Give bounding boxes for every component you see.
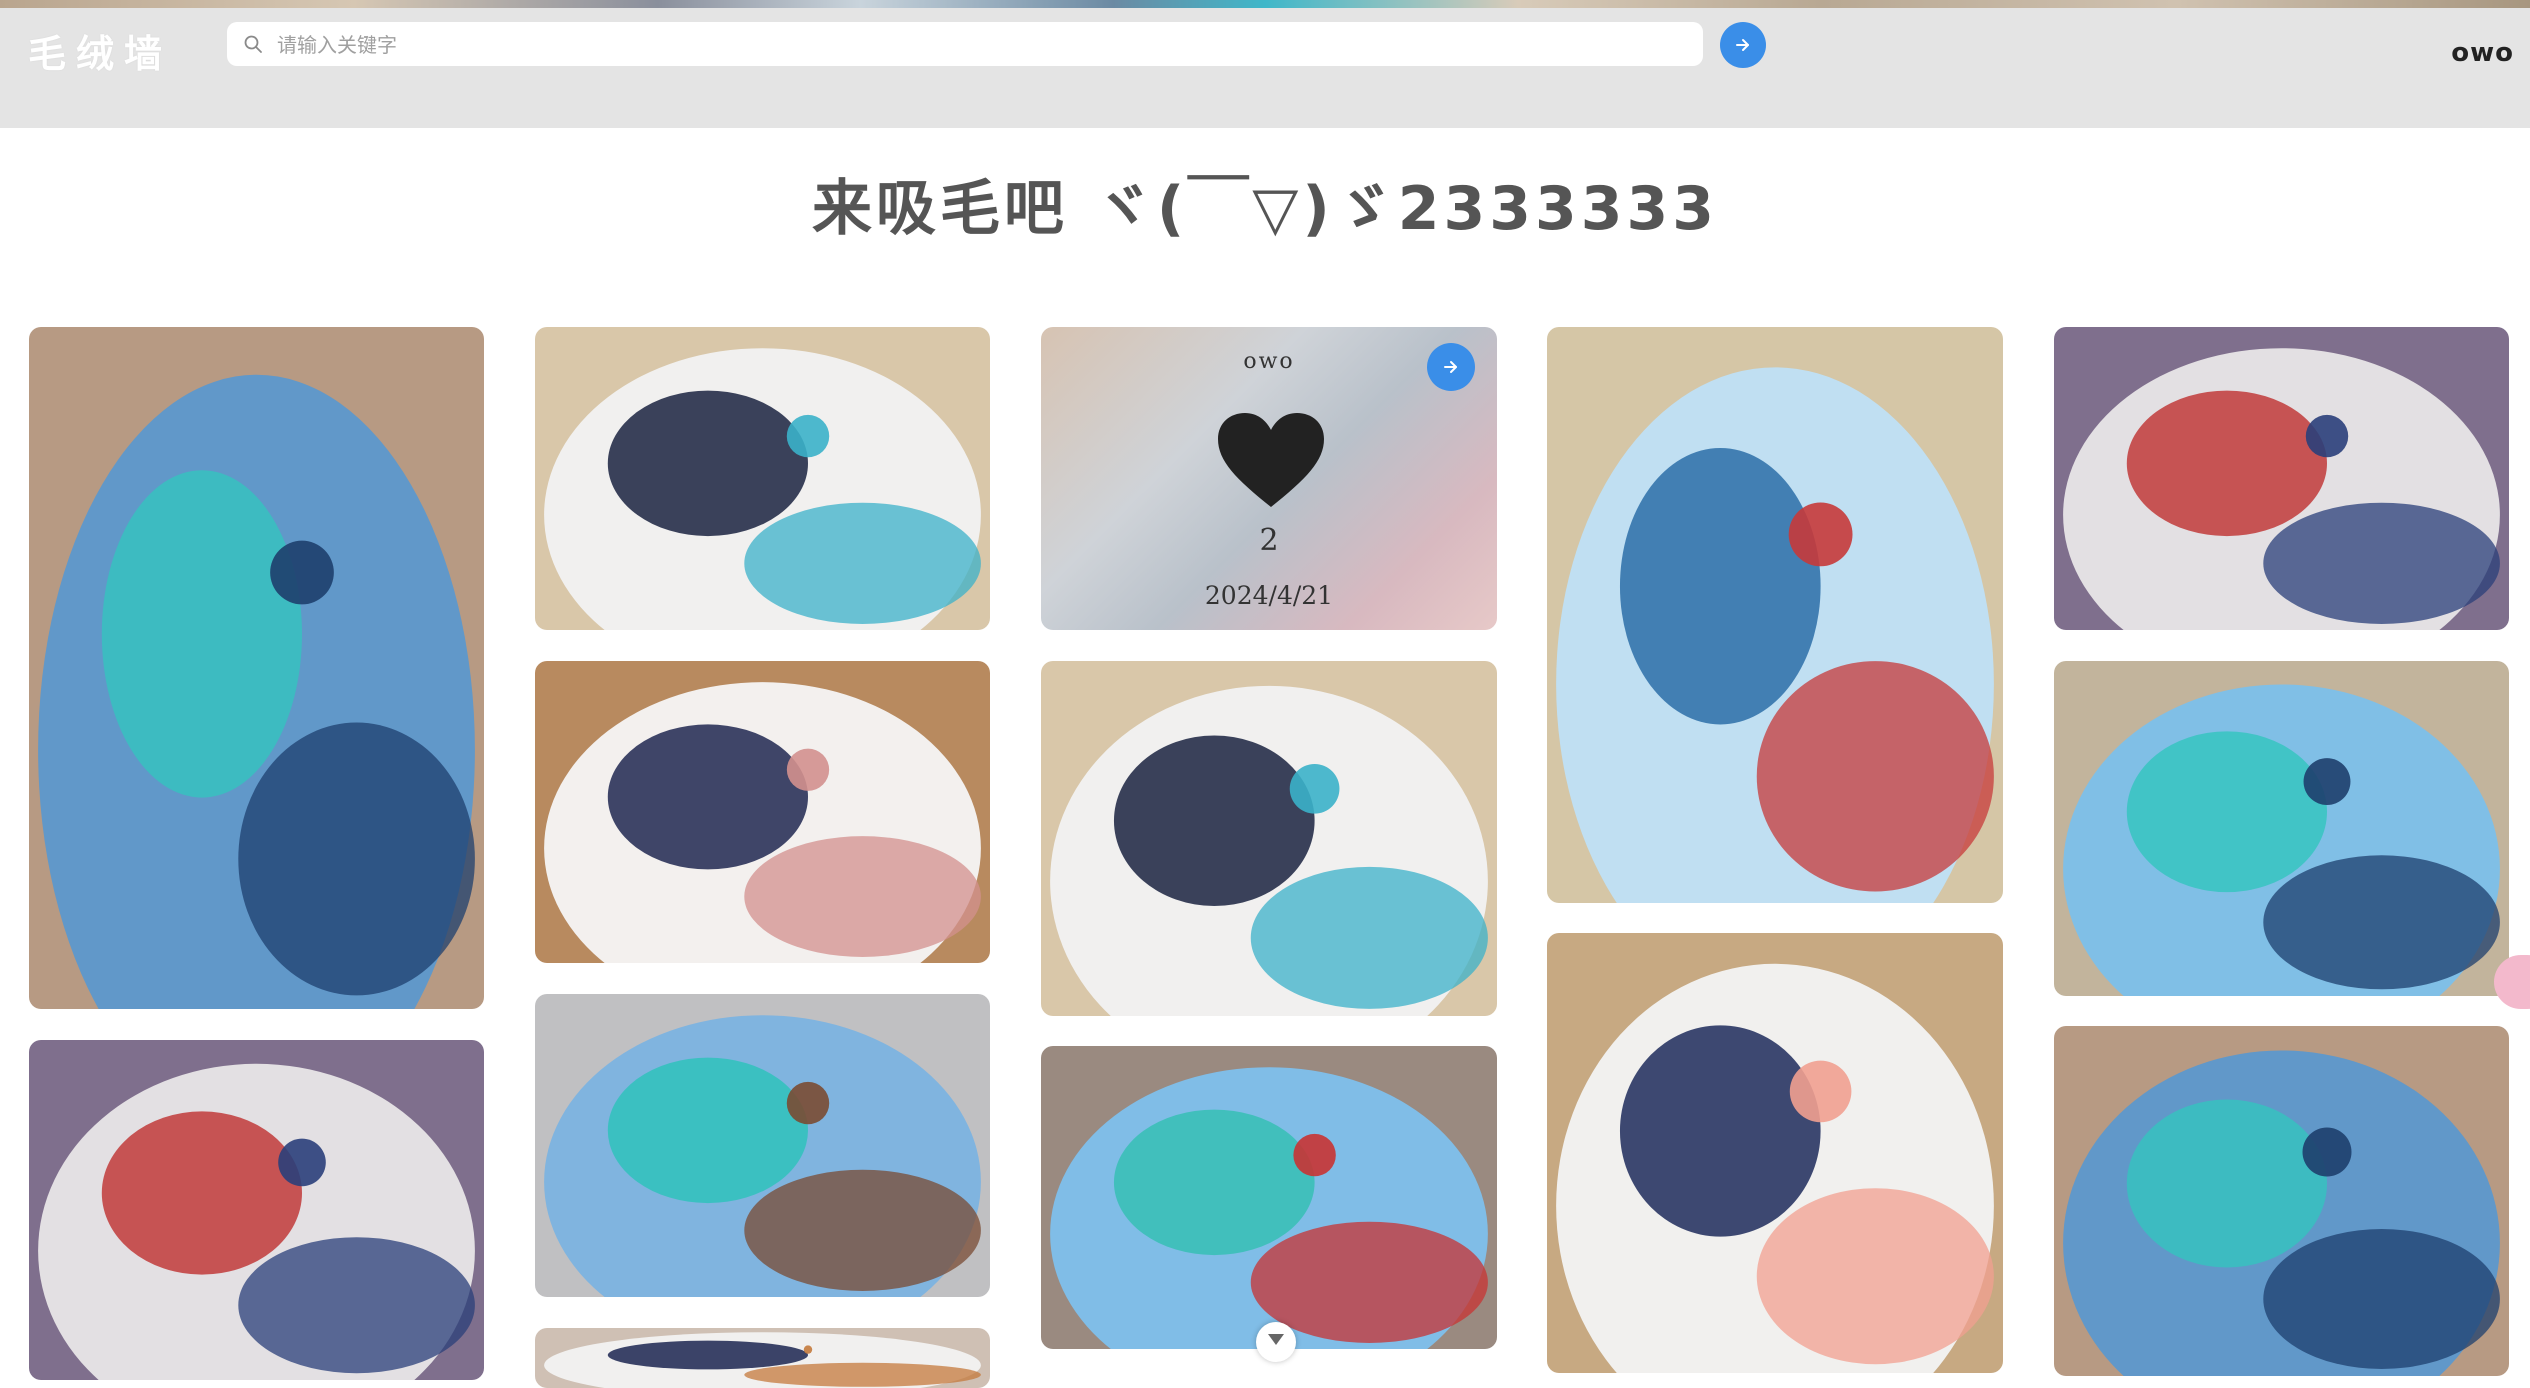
photo-tile[interactable] [535,994,990,1297]
photo-tile[interactable] [29,327,484,1009]
photo-tile[interactable] [29,1040,484,1380]
photo [2054,661,2509,996]
page-title: 来吸毛吧 ヾ(￣▽)ゞ2333333 [811,174,1719,244]
photo [2054,327,2509,630]
photo [535,661,990,963]
photo-tile[interactable] [1041,1046,1497,1349]
search-icon [244,35,262,53]
upload-date: 2024/4/21 [1204,581,1334,610]
search-box[interactable] [227,22,1703,68]
search-input[interactable] [275,22,1689,68]
scroll-down-button[interactable] [1256,1322,1296,1362]
site-logo[interactable]: 毛绒墙 [28,28,172,80]
photo [535,1328,990,1388]
photo-tile[interactable] [2054,327,2509,630]
photo [29,327,484,1009]
photo-tile[interactable] [1547,327,2003,903]
chevron-down-icon [1268,1334,1284,1345]
search-submit-button[interactable] [1720,22,1766,68]
arrow-right-icon [1444,361,1457,373]
header: 毛绒墙 owo [0,8,2530,128]
photo [1041,1046,1497,1349]
photo-tile[interactable] [1547,933,2003,1373]
card-open-button[interactable] [1427,343,1475,391]
photo [535,327,990,630]
photo [1547,327,2003,903]
photo [1547,933,2003,1373]
heart-icon[interactable] [1216,411,1326,511]
photo [29,1040,484,1380]
arrow-right-icon [1736,39,1749,51]
photo-tile[interactable] [2054,661,2509,996]
photo-tile[interactable] [535,661,990,963]
photo-tile[interactable] [2054,1026,2509,1376]
upload-info-card[interactable]: owo 2 2024/4/21 [1041,327,1497,630]
top-banner-strip [0,0,2530,8]
photo [1041,661,1497,1016]
photo [2054,1026,2509,1376]
user-name[interactable]: owo [2451,38,2514,68]
photo-tile[interactable] [535,1328,990,1388]
photo-tile[interactable] [535,327,990,630]
photo [535,994,990,1297]
like-count: 2 [1259,523,1279,558]
photo-tile[interactable] [1041,661,1497,1016]
